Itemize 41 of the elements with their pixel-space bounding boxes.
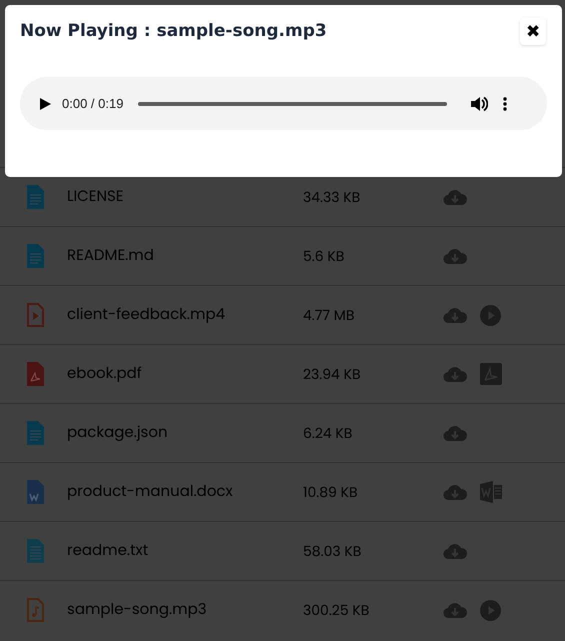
file-name[interactable]: package.json: [67, 422, 303, 444]
file-size: 300.25 KB: [303, 600, 370, 620]
time-display: 0:00 / 0:19: [62, 94, 124, 113]
dialog-title: Now Playing : sample-song.mp3: [20, 20, 327, 43]
close-button[interactable]: ✖: [520, 18, 546, 45]
document-icon: [26, 244, 45, 268]
file-size: 23.94 KB: [303, 364, 362, 384]
word-file-icon: [26, 480, 45, 504]
file-size: 10.89 KB: [303, 482, 359, 502]
document-icon: [26, 421, 45, 445]
volume-icon[interactable]: [471, 96, 488, 112]
file-name[interactable]: readme.txt: [67, 540, 303, 562]
pdf-icon[interactable]: [480, 363, 502, 385]
file-name[interactable]: product-manual.docx: [67, 480, 303, 504]
cloud-download-icon[interactable]: [443, 483, 467, 501]
file-size: 5.6 KB: [303, 246, 346, 266]
text-file-icon: [26, 539, 45, 563]
progress-track[interactable]: [138, 102, 448, 106]
play-icon[interactable]: [40, 98, 51, 110]
file-name[interactable]: README.md: [67, 244, 303, 268]
cloud-download-icon[interactable]: [443, 247, 467, 265]
file-size: 34.33 KB: [303, 186, 362, 208]
cloud-download-icon[interactable]: [443, 601, 467, 619]
cloud-download-icon[interactable]: [443, 365, 467, 383]
file-name[interactable]: LICENSE: [67, 186, 303, 208]
file-size: 6.24 KB: [303, 422, 354, 444]
file-name[interactable]: client-feedback.mp4: [67, 304, 303, 326]
file-name[interactable]: ebook.pdf: [67, 362, 303, 386]
cloud-download-icon[interactable]: [443, 306, 467, 324]
file-size: 58.03 KB: [303, 540, 362, 562]
cloud-download-icon[interactable]: [443, 542, 467, 560]
cloud-download-icon[interactable]: [443, 424, 467, 442]
file-name[interactable]: sample-song.mp3: [67, 598, 303, 622]
more-options-icon[interactable]: [503, 96, 508, 110]
pdf-file-icon: [26, 362, 45, 386]
document-icon: [26, 185, 45, 209]
cloud-download-icon[interactable]: [443, 188, 467, 206]
video-file-icon: [26, 303, 45, 327]
word-icon[interactable]: [480, 481, 502, 503]
audio-file-icon: [26, 598, 45, 622]
file-size: 4.77 MB: [303, 304, 356, 326]
